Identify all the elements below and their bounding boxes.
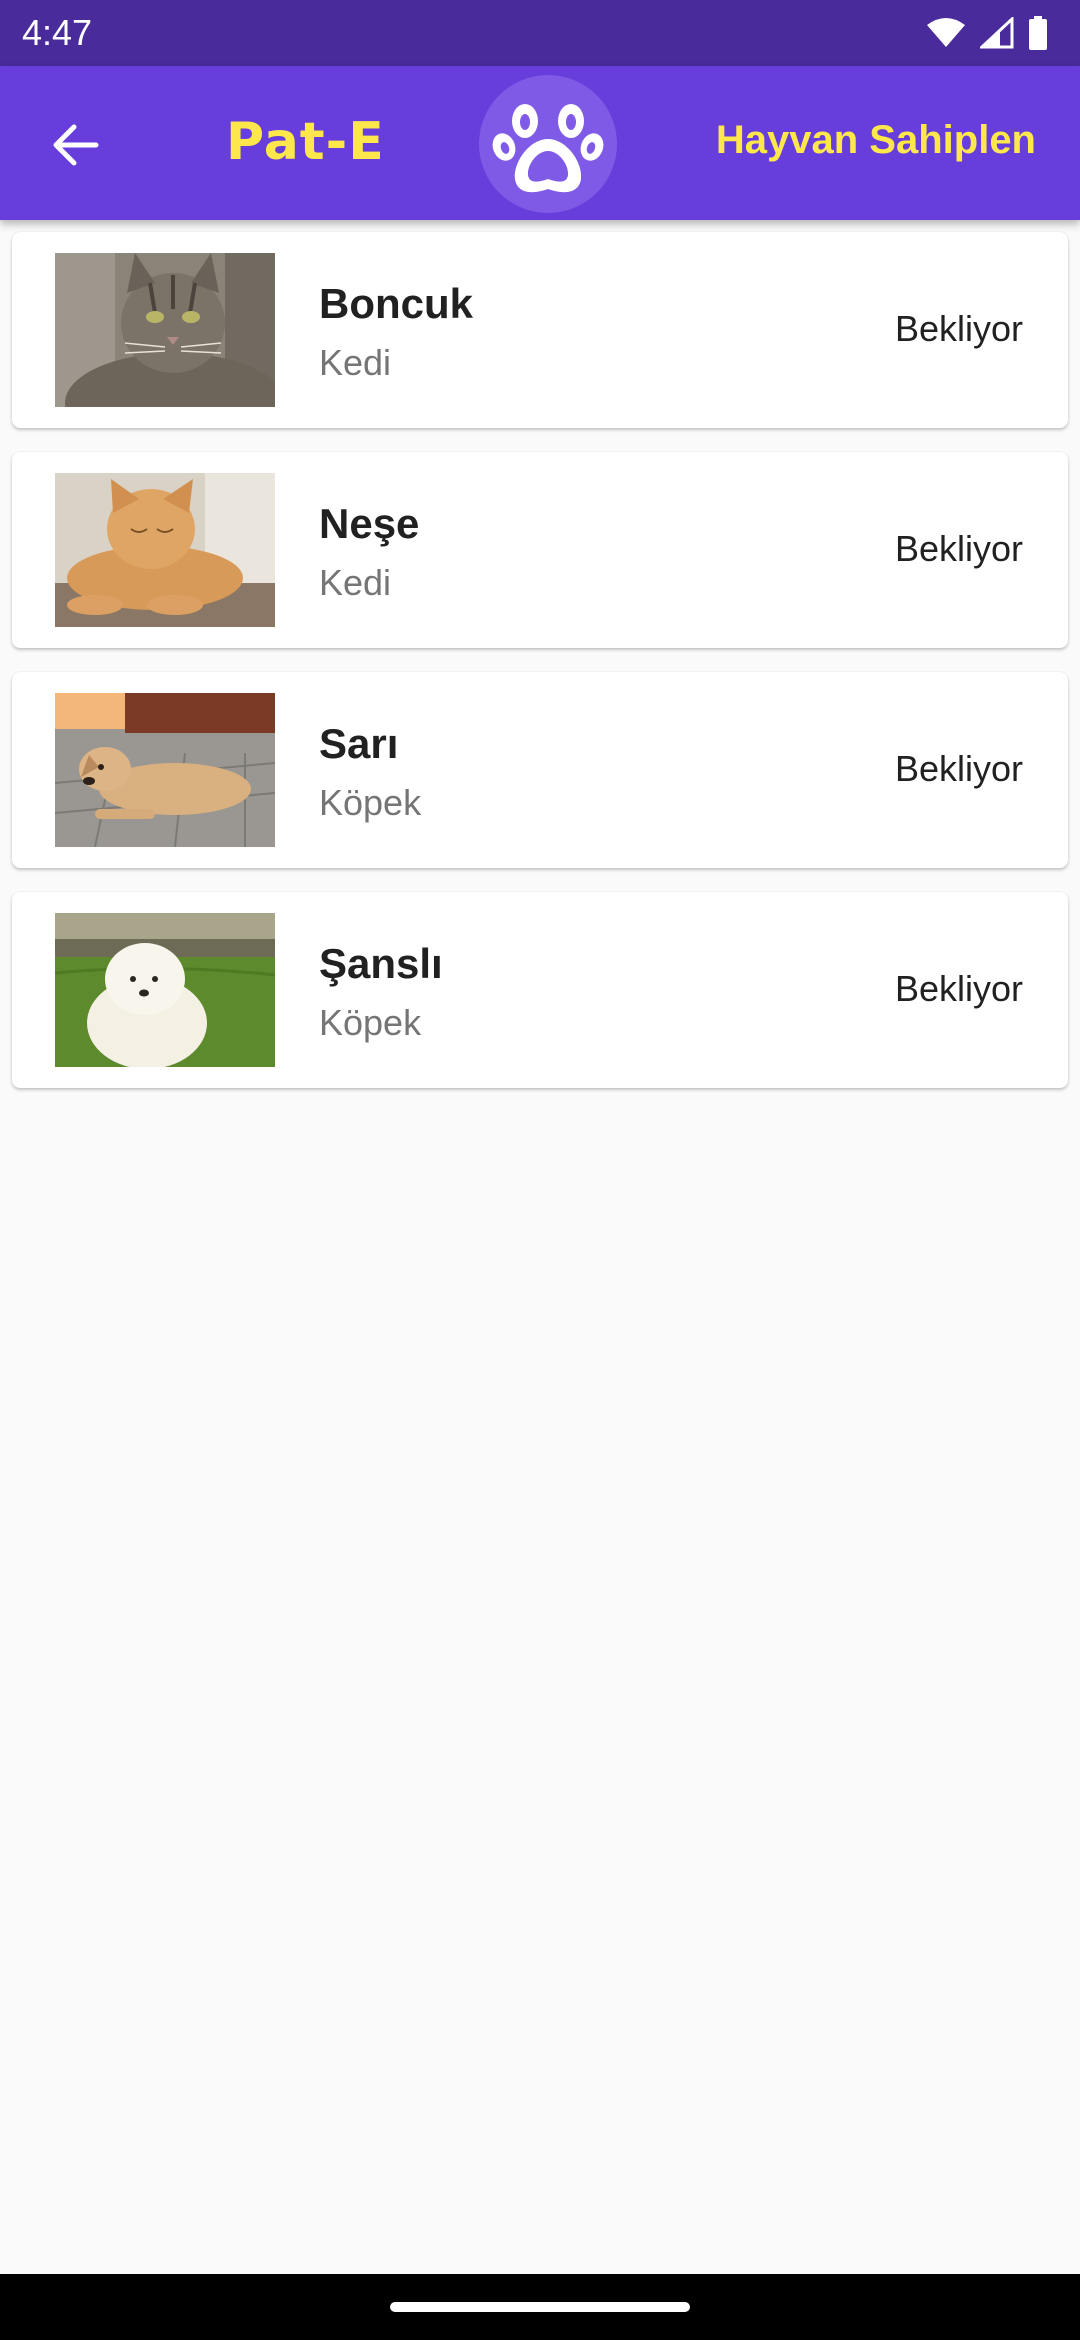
pet-card[interactable]: Şanslı Köpek Bekliyor — [12, 892, 1068, 1088]
pet-type: Kedi — [319, 342, 392, 383]
pet-list: Boncuk Kedi Bekliyor Neşe Kedi Bekliyor — [12, 232, 1068, 1112]
orange-cat-photo — [55, 473, 275, 627]
pet-photo — [55, 913, 275, 1067]
pet-status: Bekliyor — [894, 528, 1023, 569]
pet-type: Köpek — [319, 782, 422, 823]
pet-type: Köpek — [319, 1002, 422, 1043]
navigation-bar — [0, 2274, 1080, 2340]
app-brand: Pat-E — [226, 112, 385, 172]
pet-name: Neşe — [319, 500, 420, 547]
yellow-dog-photo — [55, 693, 275, 847]
pet-name: Sarı — [319, 720, 399, 767]
paw-icon — [492, 104, 604, 193]
gray-tabby-cat-photo — [55, 253, 275, 407]
pet-photo — [55, 693, 275, 847]
wifi-icon — [927, 18, 965, 47]
app-logo — [479, 75, 617, 213]
arrow-left-icon — [53, 124, 99, 166]
pet-type: Kedi — [319, 562, 392, 603]
cellular-signal-icon — [980, 17, 1014, 49]
app-bar: Pat-E Hayvan Sahiplen — [0, 66, 1080, 220]
pet-card[interactable]: Sarı Köpek Bekliyor — [12, 672, 1068, 868]
pet-status: Bekliyor — [894, 308, 1023, 349]
pet-photo — [55, 473, 275, 627]
pet-photo — [55, 253, 275, 407]
back-button[interactable] — [40, 110, 110, 180]
pet-status: Bekliyor — [894, 968, 1023, 1009]
pet-name: Şanslı — [319, 940, 443, 987]
status-time: 4:47 — [22, 12, 93, 53]
pet-card[interactable]: Boncuk Kedi Bekliyor — [12, 232, 1068, 428]
pet-status: Bekliyor — [894, 748, 1023, 789]
pet-card[interactable]: Neşe Kedi Bekliyor — [12, 452, 1068, 648]
pet-name: Boncuk — [319, 280, 474, 327]
page-title: Hayvan Sahiplen — [715, 118, 1036, 162]
battery-icon — [1029, 16, 1047, 50]
home-indicator[interactable] — [390, 2302, 690, 2312]
status-icons — [926, 16, 1048, 50]
status-bar: 4:47 — [0, 0, 1080, 66]
white-puppy-photo — [55, 913, 275, 1067]
